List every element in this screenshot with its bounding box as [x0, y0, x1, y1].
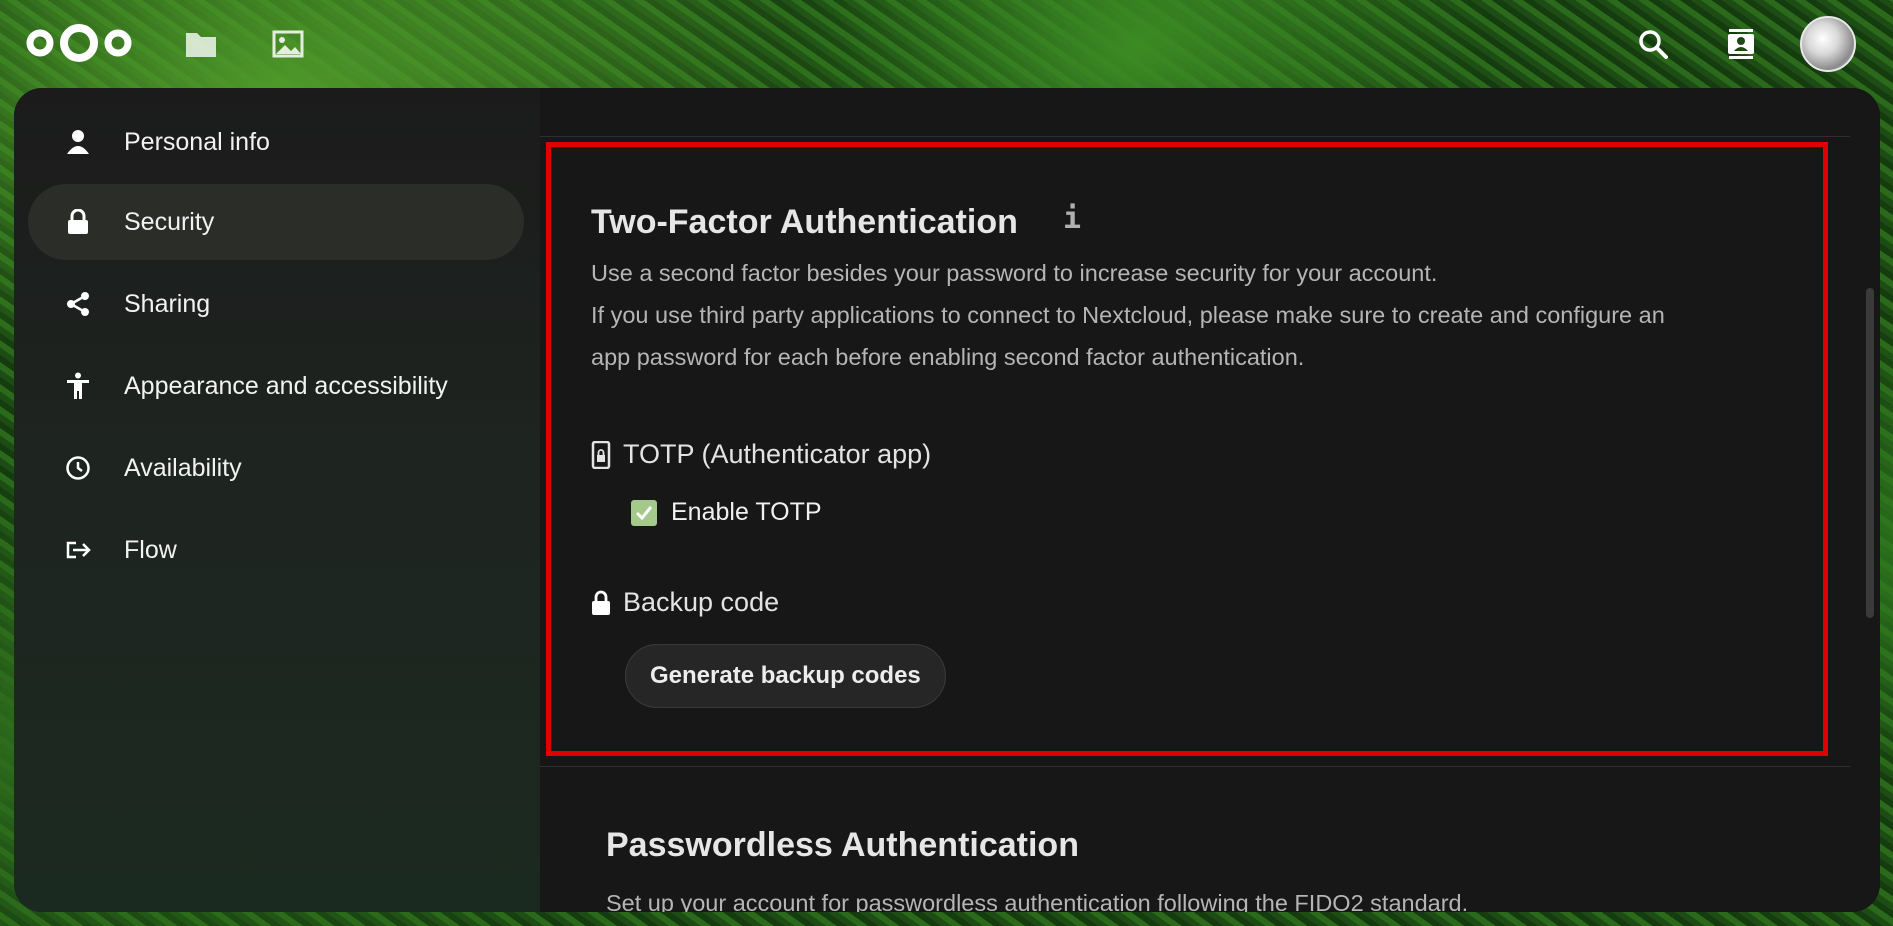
- clock-icon: [58, 455, 98, 481]
- person-icon: [58, 129, 98, 155]
- two-factor-title: Two-Factor Authentication: [591, 203, 1018, 241]
- settings-panel: Personal info Security Sharing Appearanc…: [14, 88, 1880, 912]
- enable-totp-checkbox[interactable]: [631, 499, 657, 526]
- section-divider: [540, 136, 1850, 137]
- sidebar-item-security[interactable]: Security: [28, 184, 524, 260]
- section-divider: [540, 766, 1850, 767]
- sidebar-item-label: Availability: [124, 453, 242, 482]
- sidebar-item-label: Flow: [124, 535, 177, 564]
- search-icon: [1639, 30, 1668, 59]
- passwordless-description: Set up your account for passwordless aut…: [606, 890, 1469, 912]
- search-button[interactable]: [1633, 24, 1673, 64]
- sidebar-item-label: Personal info: [124, 127, 270, 156]
- generate-backup-codes-button[interactable]: Generate backup codes: [625, 644, 946, 708]
- files-app-button[interactable]: [181, 24, 221, 64]
- phone-lock-icon: [591, 440, 611, 469]
- top-header: [0, 0, 1893, 88]
- enable-totp-label[interactable]: Enable TOTP: [671, 498, 822, 527]
- accessibility-icon: [58, 372, 98, 400]
- settings-sidebar: Personal info Security Sharing Appearanc…: [14, 88, 540, 912]
- sidebar-item-availability[interactable]: Availability: [28, 430, 524, 506]
- info-icon[interactable]: i: [1063, 201, 1081, 236]
- sidebar-item-appearance[interactable]: Appearance and accessibility: [28, 348, 524, 424]
- totp-title: TOTP (Authenticator app): [623, 439, 932, 469]
- flow-icon: [58, 539, 98, 561]
- photos-app-button[interactable]: [268, 24, 308, 64]
- share-icon: [58, 291, 98, 317]
- description-line: If you use third party applications to c…: [591, 302, 1665, 328]
- sidebar-item-sharing[interactable]: Sharing: [28, 266, 524, 342]
- two-factor-description: Use a second factor besides your passwor…: [591, 252, 1811, 378]
- enable-totp-row[interactable]: Enable TOTP: [631, 498, 822, 527]
- user-avatar[interactable]: [1800, 16, 1856, 72]
- sidebar-item-label: Sharing: [124, 289, 211, 318]
- contacts-button[interactable]: [1721, 24, 1761, 64]
- backup-code-heading: Backup code: [591, 587, 779, 618]
- sidebar-item-personal-info[interactable]: Personal info: [28, 104, 524, 180]
- checkmark-icon: [635, 505, 653, 520]
- description-line: Use a second factor besides your passwor…: [591, 260, 1438, 286]
- lock-icon: [58, 209, 98, 235]
- passwordless-title: Passwordless Authentication: [606, 826, 1079, 864]
- totp-heading: TOTP (Authenticator app): [591, 439, 931, 470]
- content-scrollbar[interactable]: [1866, 288, 1874, 618]
- backup-code-title: Backup code: [623, 587, 780, 617]
- image-icon: [272, 30, 304, 58]
- folder-icon: [186, 33, 216, 57]
- settings-content: Two-Factor Authentication i Use a second…: [540, 88, 1880, 912]
- contacts-icon: [1728, 29, 1754, 59]
- sidebar-item-label: Appearance and accessibility: [124, 371, 448, 400]
- nextcloud-logo[interactable]: [24, 22, 134, 64]
- sidebar-item-flow[interactable]: Flow: [28, 512, 524, 588]
- description-line: app password for each before enabling se…: [591, 344, 1305, 370]
- sidebar-item-label: Security: [124, 207, 215, 236]
- lock-icon: [592, 590, 610, 615]
- two-factor-section: Two-Factor Authentication i Use a second…: [546, 142, 1828, 756]
